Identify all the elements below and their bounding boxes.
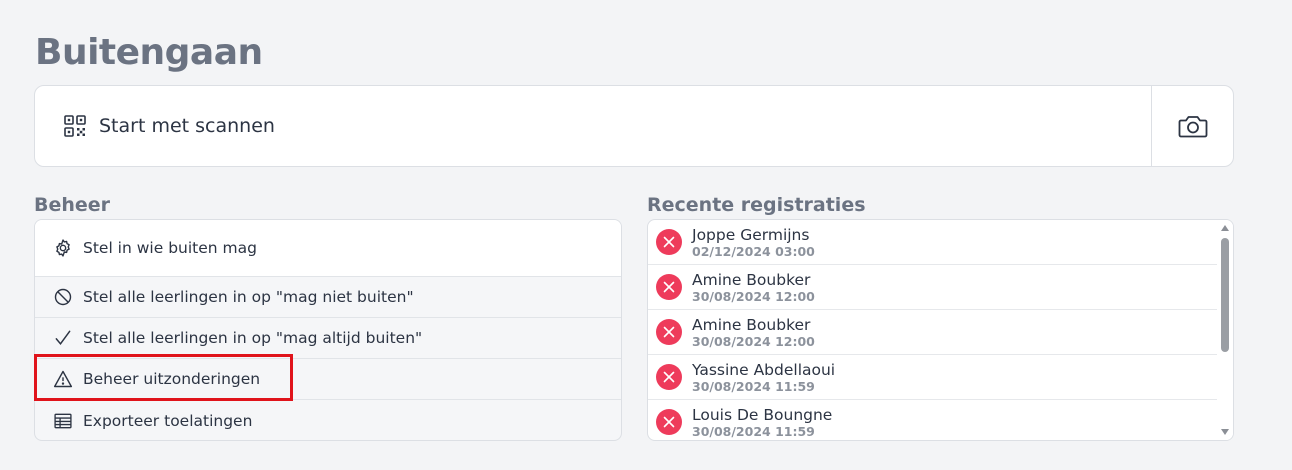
camera-button[interactable] xyxy=(1151,86,1233,166)
page-title: Buitengaan xyxy=(35,32,263,73)
student-name: Louis De Boungne xyxy=(692,405,833,424)
list-item[interactable]: Amine Boubker 30/08/2024 12:00 xyxy=(648,310,1217,355)
student-name: Yassine Abdellaoui xyxy=(692,360,836,379)
denied-status-icon xyxy=(656,229,682,255)
scroll-down-arrow-icon[interactable] xyxy=(1221,429,1229,435)
registration-timestamp: 30/08/2024 12:00 xyxy=(692,288,815,304)
scrollbar-thumb[interactable] xyxy=(1221,238,1229,352)
registration-timestamp: 30/08/2024 12:00 xyxy=(692,333,815,349)
student-name: Amine Boubker xyxy=(692,270,811,289)
camera-icon xyxy=(1178,116,1207,138)
menu-item-label: Exporteer toelatingen xyxy=(83,411,253,430)
menu-item-label: Stel in wie buiten mag xyxy=(83,239,257,257)
registration-timestamp: 02/12/2024 03:00 xyxy=(692,243,815,259)
denied-status-icon xyxy=(656,274,682,300)
recent-list-viewport: Joppe Germijns 02/12/2024 03:00 Amine Bo… xyxy=(648,220,1217,440)
denied-status-icon xyxy=(656,409,682,435)
beheer-heading: Beheer xyxy=(34,194,111,216)
menu-item-manage-exceptions[interactable]: Beheer uitzonderingen xyxy=(35,359,621,400)
denied-status-icon xyxy=(656,319,682,345)
gear-icon xyxy=(56,239,70,257)
scroll-up-arrow-icon[interactable] xyxy=(1221,225,1229,231)
list-item-text: Yassine Abdellaoui 30/08/2024 11:59 xyxy=(692,361,835,394)
list-item[interactable]: Joppe Germijns 02/12/2024 03:00 xyxy=(648,220,1217,265)
list-item[interactable]: Amine Boubker 30/08/2024 12:00 xyxy=(648,265,1217,310)
list-item[interactable]: Yassine Abdellaoui 30/08/2024 11:59 xyxy=(648,355,1217,400)
checkmark-icon xyxy=(55,330,71,346)
registration-timestamp: 30/08/2024 11:59 xyxy=(692,423,815,439)
student-name: Joppe Germijns xyxy=(692,225,810,244)
prohibited-icon xyxy=(54,288,72,306)
recent-registrations-heading: Recente registraties xyxy=(647,194,866,216)
list-item-text: Amine Boubker 30/08/2024 12:00 xyxy=(692,271,815,304)
denied-status-icon xyxy=(656,364,682,390)
start-scan-label: Start met scannen xyxy=(99,115,275,137)
menu-item-set-all-may-always-go-outside[interactable]: Stel alle leerlingen in op "mag altijd b… xyxy=(35,318,621,359)
scrollbar[interactable] xyxy=(1217,220,1233,440)
menu-item-label: Beheer uitzonderingen xyxy=(83,370,261,388)
table-icon xyxy=(54,413,72,428)
menu-item-set-who-may-go-outside[interactable]: Stel in wie buiten mag xyxy=(35,220,621,277)
start-scan-button[interactable]: Start met scannen xyxy=(35,86,1151,166)
beheer-menu: Stel in wie buiten mag Stel alle leerlin… xyxy=(34,219,622,441)
list-item-text: Joppe Germijns 02/12/2024 03:00 xyxy=(692,226,815,259)
qr-code-icon xyxy=(64,115,86,137)
list-item-text: Louis De Boungne 30/08/2024 11:59 xyxy=(692,406,832,439)
list-item-text: Amine Boubker 30/08/2024 12:00 xyxy=(692,316,815,349)
registration-timestamp: 30/08/2024 11:59 xyxy=(692,378,815,394)
menu-item-export-permissions[interactable]: Exporteer toelatingen xyxy=(35,400,621,440)
warning-icon xyxy=(53,370,73,388)
scan-bar: Start met scannen xyxy=(34,85,1234,167)
menu-item-label: Stel alle leerlingen in op "mag altijd b… xyxy=(83,329,423,347)
menu-item-set-all-may-not-go-outside[interactable]: Stel alle leerlingen in op "mag niet bui… xyxy=(35,277,621,318)
student-name: Amine Boubker xyxy=(692,315,811,334)
list-item[interactable]: Louis De Boungne 30/08/2024 11:59 xyxy=(648,400,1217,440)
recent-registrations-list: Joppe Germijns 02/12/2024 03:00 Amine Bo… xyxy=(647,219,1234,441)
menu-item-label: Stel alle leerlingen in op "mag niet bui… xyxy=(83,288,414,306)
